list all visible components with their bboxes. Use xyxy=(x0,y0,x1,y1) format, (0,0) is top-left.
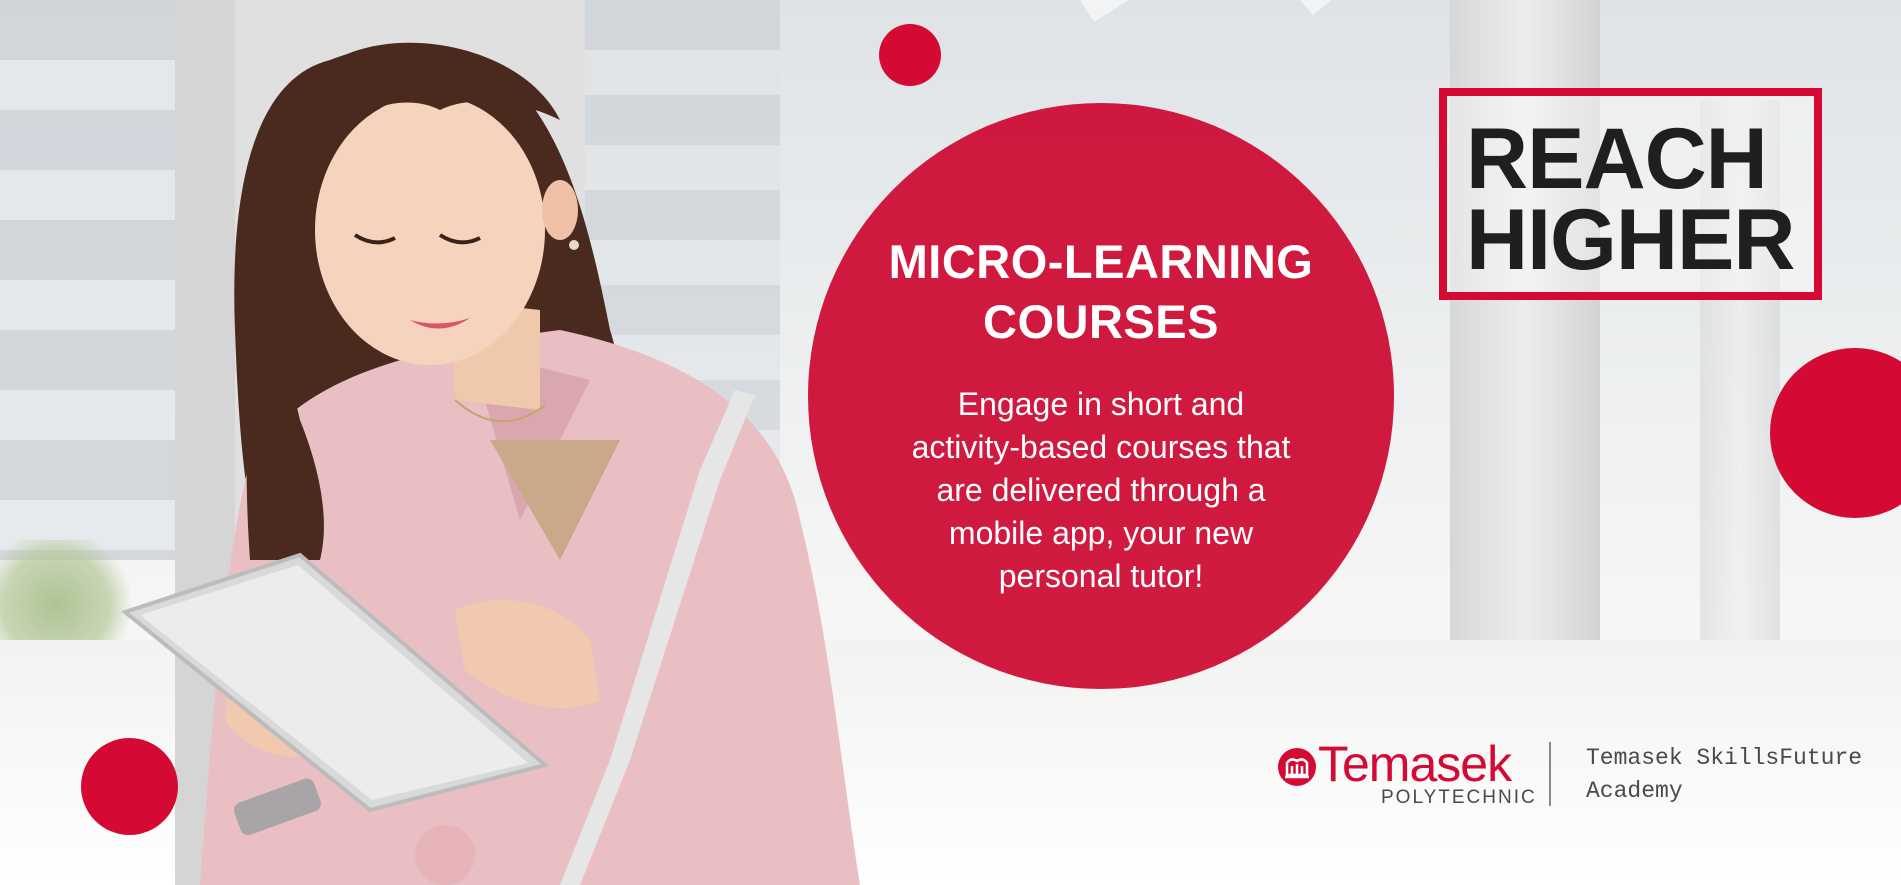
badge-line-2: HIGHER xyxy=(1466,192,1795,288)
description-line: Engage in short and xyxy=(957,386,1245,422)
headline-line: MICRO-LEARNING xyxy=(888,235,1314,288)
background-beam xyxy=(1080,0,1450,23)
logo-wordmark: Temasek xyxy=(1318,736,1512,792)
description-line: mobile app, your new xyxy=(948,515,1254,551)
decorative-dot xyxy=(81,738,178,835)
headline-line: COURSES xyxy=(983,295,1219,348)
academy-line: Academy xyxy=(1586,778,1683,804)
badge-line-1: REACH xyxy=(1466,111,1768,207)
description-line: are delivered through a xyxy=(936,472,1266,508)
description-line: personal tutor! xyxy=(998,558,1204,594)
temasek-logo-icon xyxy=(1278,748,1316,786)
description-line: activity-based courses that xyxy=(911,429,1291,465)
logo-divider xyxy=(1549,742,1551,806)
promo-description: Engage in short and activity-based cours… xyxy=(870,383,1332,598)
promo-headline: MICRO-LEARNING COURSES xyxy=(808,232,1394,352)
decorative-dot xyxy=(879,24,941,86)
logo-subtitle: POLYTECHNIC xyxy=(1381,787,1537,808)
academy-line: Temasek SkillsFuture xyxy=(1586,745,1863,771)
academy-name: Temasek SkillsFuture Academy xyxy=(1586,742,1863,808)
